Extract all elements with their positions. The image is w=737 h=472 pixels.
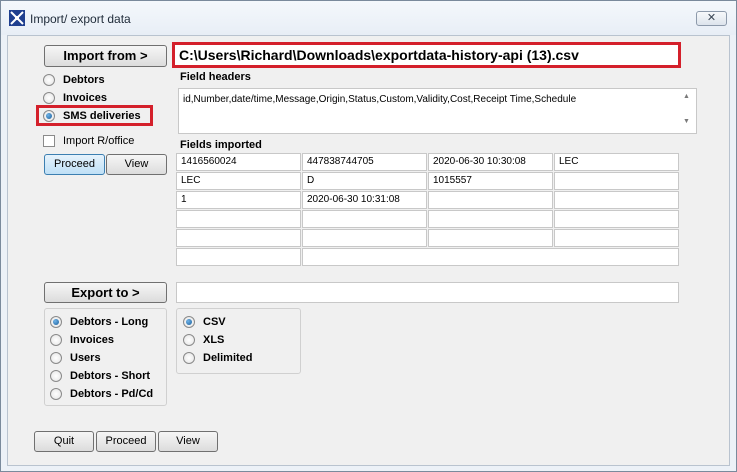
imported-field-cell[interactable] <box>554 210 679 228</box>
field-headers-label: Field headers <box>180 71 251 83</box>
window-title: Import/ export data <box>30 12 131 26</box>
close-icon: ✕ <box>706 12 717 24</box>
checkbox-label: Import R/office <box>63 135 135 147</box>
imported-field-cell[interactable]: D <box>302 172 427 190</box>
radio-label: Invoices <box>70 334 115 346</box>
radio-icon <box>43 74 55 86</box>
scroll-up-icon[interactable]: ▲ <box>683 93 690 100</box>
imported-field-cell[interactable] <box>554 229 679 247</box>
field-headers-text: id,Number,date/time,Message,Origin,Statu… <box>183 94 577 105</box>
radio-label: Debtors - Short <box>70 370 151 382</box>
export-path-field[interactable] <box>176 282 679 303</box>
imported-field-cell[interactable]: 2020-06-30 10:30:08 <box>428 153 553 171</box>
imported-field-cell[interactable]: 447838744705 <box>302 153 427 171</box>
app-icon <box>9 10 25 26</box>
radio-icon <box>50 352 62 364</box>
radio-debtors-short[interactable]: Debtors - Short <box>50 368 150 384</box>
imported-field-cell[interactable] <box>176 210 301 228</box>
imported-field-cell[interactable] <box>176 248 301 266</box>
imported-field-cell[interactable] <box>554 191 679 209</box>
radio-label: Delimited <box>203 352 253 364</box>
radio-export-invoices[interactable]: Invoices <box>50 332 114 348</box>
imported-field-cell[interactable]: 1 <box>176 191 301 209</box>
radio-icon <box>183 334 195 346</box>
radio-selected-icon <box>183 316 195 328</box>
import-view-button[interactable]: View <box>106 154 167 175</box>
radio-users[interactable]: Users <box>50 350 101 366</box>
imported-field-cell[interactable]: LEC <box>176 172 301 190</box>
radio-label: Users <box>70 352 101 364</box>
import-file-path-field[interactable]: C:\Users\Richard\Downloads\exportdata-hi… <box>172 42 681 68</box>
scroll-down-icon[interactable]: ▼ <box>683 118 690 125</box>
radio-label: XLS <box>203 334 225 346</box>
imported-field-cell[interactable] <box>302 229 427 247</box>
imported-field-cell[interactable]: 1416560024 <box>176 153 301 171</box>
dialog-body: Import from > C:\Users\Richard\Downloads… <box>7 35 730 466</box>
radio-csv[interactable]: CSV <box>183 314 226 330</box>
checkbox-icon <box>43 135 55 147</box>
radio-icon <box>50 334 62 346</box>
radio-xls[interactable]: XLS <box>183 332 224 348</box>
radio-debtors-long[interactable]: Debtors - Long <box>50 314 148 330</box>
export-to-button[interactable]: Export to > <box>44 282 167 303</box>
footer-view-button[interactable]: View <box>158 431 218 452</box>
imported-field-cell[interactable] <box>176 229 301 247</box>
radio-invoices[interactable]: Invoices <box>43 90 107 106</box>
sms-deliveries-highlight <box>36 105 153 126</box>
imported-field-cell[interactable]: 2020-06-30 10:31:08 <box>302 191 427 209</box>
imported-field-cell[interactable] <box>428 191 553 209</box>
imported-field-cell[interactable] <box>554 172 679 190</box>
radio-label: Debtors - Long <box>70 316 149 328</box>
imported-field-cell[interactable] <box>428 229 553 247</box>
radio-label: Invoices <box>63 92 108 104</box>
radio-icon <box>50 388 62 400</box>
imported-field-cell[interactable] <box>428 210 553 228</box>
import-from-button[interactable]: Import from > <box>44 45 167 67</box>
imported-field-cell[interactable] <box>302 210 427 228</box>
radio-label: Debtors <box>63 74 105 86</box>
imported-field-cell[interactable]: 1015557 <box>428 172 553 190</box>
radio-debtors[interactable]: Debtors <box>43 72 105 88</box>
radio-delimited[interactable]: Delimited <box>183 350 253 366</box>
import-r-office-checkbox[interactable]: Import R/office <box>43 133 134 149</box>
footer-proceed-button[interactable]: Proceed <box>96 431 156 452</box>
import-proceed-button[interactable]: Proceed <box>44 154 105 175</box>
field-headers-textarea[interactable]: id,Number,date/time,Message,Origin,Statu… <box>178 88 697 134</box>
radio-icon <box>50 370 62 382</box>
close-button[interactable]: ✕ <box>696 11 727 26</box>
quit-button[interactable]: Quit <box>34 431 94 452</box>
import-export-window: Import/ export data ✕ Import from > C:\U… <box>0 0 737 472</box>
title-bar: Import/ export data ✕ <box>1 1 736 35</box>
radio-icon <box>43 92 55 104</box>
imported-field-cell[interactable] <box>302 248 679 266</box>
radio-icon <box>183 352 195 364</box>
radio-label: CSV <box>203 316 226 328</box>
fields-imported-label: Fields imported <box>180 139 262 151</box>
radio-label: Debtors - Pd/Cd <box>70 388 154 400</box>
radio-debtors-pd-cd[interactable]: Debtors - Pd/Cd <box>50 386 153 402</box>
radio-selected-icon <box>50 316 62 328</box>
imported-field-cell[interactable]: LEC <box>554 153 679 171</box>
